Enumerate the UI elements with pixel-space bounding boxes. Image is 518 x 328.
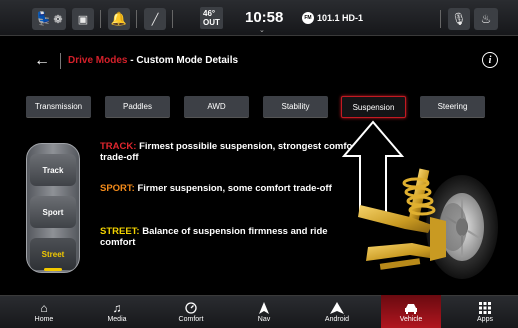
- info-icon: i: [488, 54, 492, 66]
- comfort-icon: [185, 301, 197, 315]
- seat-heat-icon: ♨: [480, 12, 492, 26]
- suspension-illustration: [358, 168, 498, 279]
- outside-temp-value: 46°: [203, 9, 216, 18]
- nav-label: Android: [324, 316, 350, 323]
- nav-nav[interactable]: Nav: [234, 295, 294, 328]
- music-note-icon: ♫: [112, 301, 122, 315]
- selected-indicator: [44, 268, 62, 271]
- mode-option-track[interactable]: Track: [30, 154, 76, 186]
- notification-bell-icon: 🔔: [110, 11, 128, 26]
- back-button[interactable]: ←: [34, 52, 50, 70]
- nav-android[interactable]: Android: [307, 295, 367, 328]
- nav-label: Comfort: [178, 316, 204, 323]
- outside-temp-label: OUT: [203, 18, 220, 27]
- outside-temperature: 46° OUT: [200, 7, 223, 29]
- description-sport: SPORT: Firmer suspension, some comfort t…: [100, 183, 360, 194]
- mode-option-sport[interactable]: Sport: [30, 196, 76, 228]
- status-bar: 💺 ❁ ▣ 🔔 ╱ 46° OUT 10:58 ⌄ FM 101.1 HD-1 …: [0, 0, 518, 36]
- clock[interactable]: 10:58: [245, 9, 283, 26]
- status-separator: [100, 10, 101, 28]
- description-key: TRACK:: [100, 141, 137, 152]
- alert-icon: ▣: [77, 13, 89, 26]
- tab-suspension[interactable]: Suspension: [341, 96, 406, 118]
- mode-option-street[interactable]: Street: [30, 238, 76, 270]
- description-key: SPORT:: [100, 183, 135, 194]
- status-separator: [136, 10, 137, 28]
- nav-vehicle[interactable]: Vehicle: [381, 295, 441, 328]
- nav-apps[interactable]: Apps: [455, 295, 515, 328]
- microphone-icon: 🎙: [451, 12, 467, 26]
- tab-awd[interactable]: AWD: [184, 96, 249, 118]
- back-arrow-icon: ←: [34, 52, 50, 69]
- fan-icon: ❁: [53, 13, 63, 26]
- nav-comfort[interactable]: Comfort: [161, 295, 221, 328]
- now-playing-radio[interactable]: FM 101.1 HD-1: [302, 12, 363, 24]
- home-icon: ⌂: [40, 301, 48, 315]
- tab-transmission[interactable]: Transmission: [26, 96, 91, 118]
- wireless-icon: ╱: [151, 13, 159, 26]
- breadcrumb: Drive Modes - Custom Mode Details: [68, 55, 238, 66]
- nav-home[interactable]: ⌂ Home: [14, 295, 74, 328]
- description-track: TRACK: Firmest possibile suspension, str…: [100, 141, 360, 163]
- tab-paddles[interactable]: Paddles: [105, 96, 170, 118]
- header-separator: [60, 53, 61, 69]
- nav-label: Vehicle: [399, 316, 423, 323]
- status-separator: [440, 10, 441, 28]
- nav-label: Nav: [257, 316, 271, 323]
- navigation-arrow-icon: [259, 301, 269, 315]
- description-key: STREET:: [100, 226, 140, 237]
- radio-band-badge: FM: [302, 12, 314, 24]
- description-street: STREET: Balance of suspension firmness a…: [100, 226, 360, 248]
- info-button[interactable]: i: [482, 52, 498, 68]
- status-separator: [172, 10, 173, 28]
- description-text: Firmest possibile suspension, strongest …: [100, 141, 360, 163]
- chevron-down-icon: ⌄: [259, 27, 265, 34]
- radio-station: 101.1 HD-1: [317, 13, 364, 23]
- nav-media[interactable]: ♫ Media: [87, 295, 147, 328]
- nav-label: Home: [34, 316, 54, 323]
- android-auto-icon: [330, 301, 344, 315]
- nav-label: Apps: [477, 316, 493, 323]
- nav-label: Media: [107, 316, 127, 323]
- page-title: Custom Mode Details: [136, 55, 239, 66]
- vehicle-icon: [404, 301, 418, 315]
- breadcrumb-parent[interactable]: Drive Modes: [68, 55, 127, 66]
- description-text: Firmer suspension, some comfort trade-of…: [137, 183, 332, 194]
- tab-stability[interactable]: Stability: [263, 96, 328, 118]
- tab-steering[interactable]: Steering: [420, 96, 485, 118]
- apps-grid-icon: [479, 301, 491, 315]
